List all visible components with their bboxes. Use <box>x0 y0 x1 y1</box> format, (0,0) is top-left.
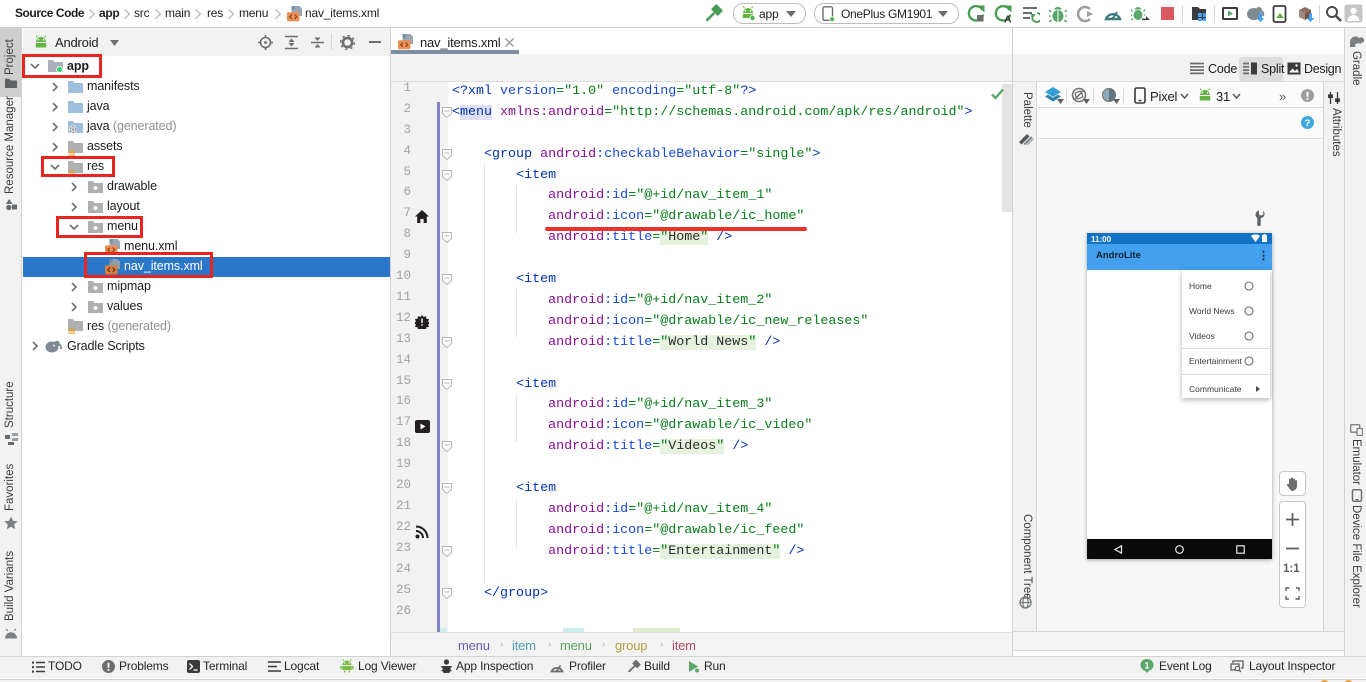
svg-text:1: 1 <box>1144 661 1149 671</box>
svg-text:?: ? <box>1305 118 1311 129</box>
svg-text:A: A <box>1004 14 1012 24</box>
